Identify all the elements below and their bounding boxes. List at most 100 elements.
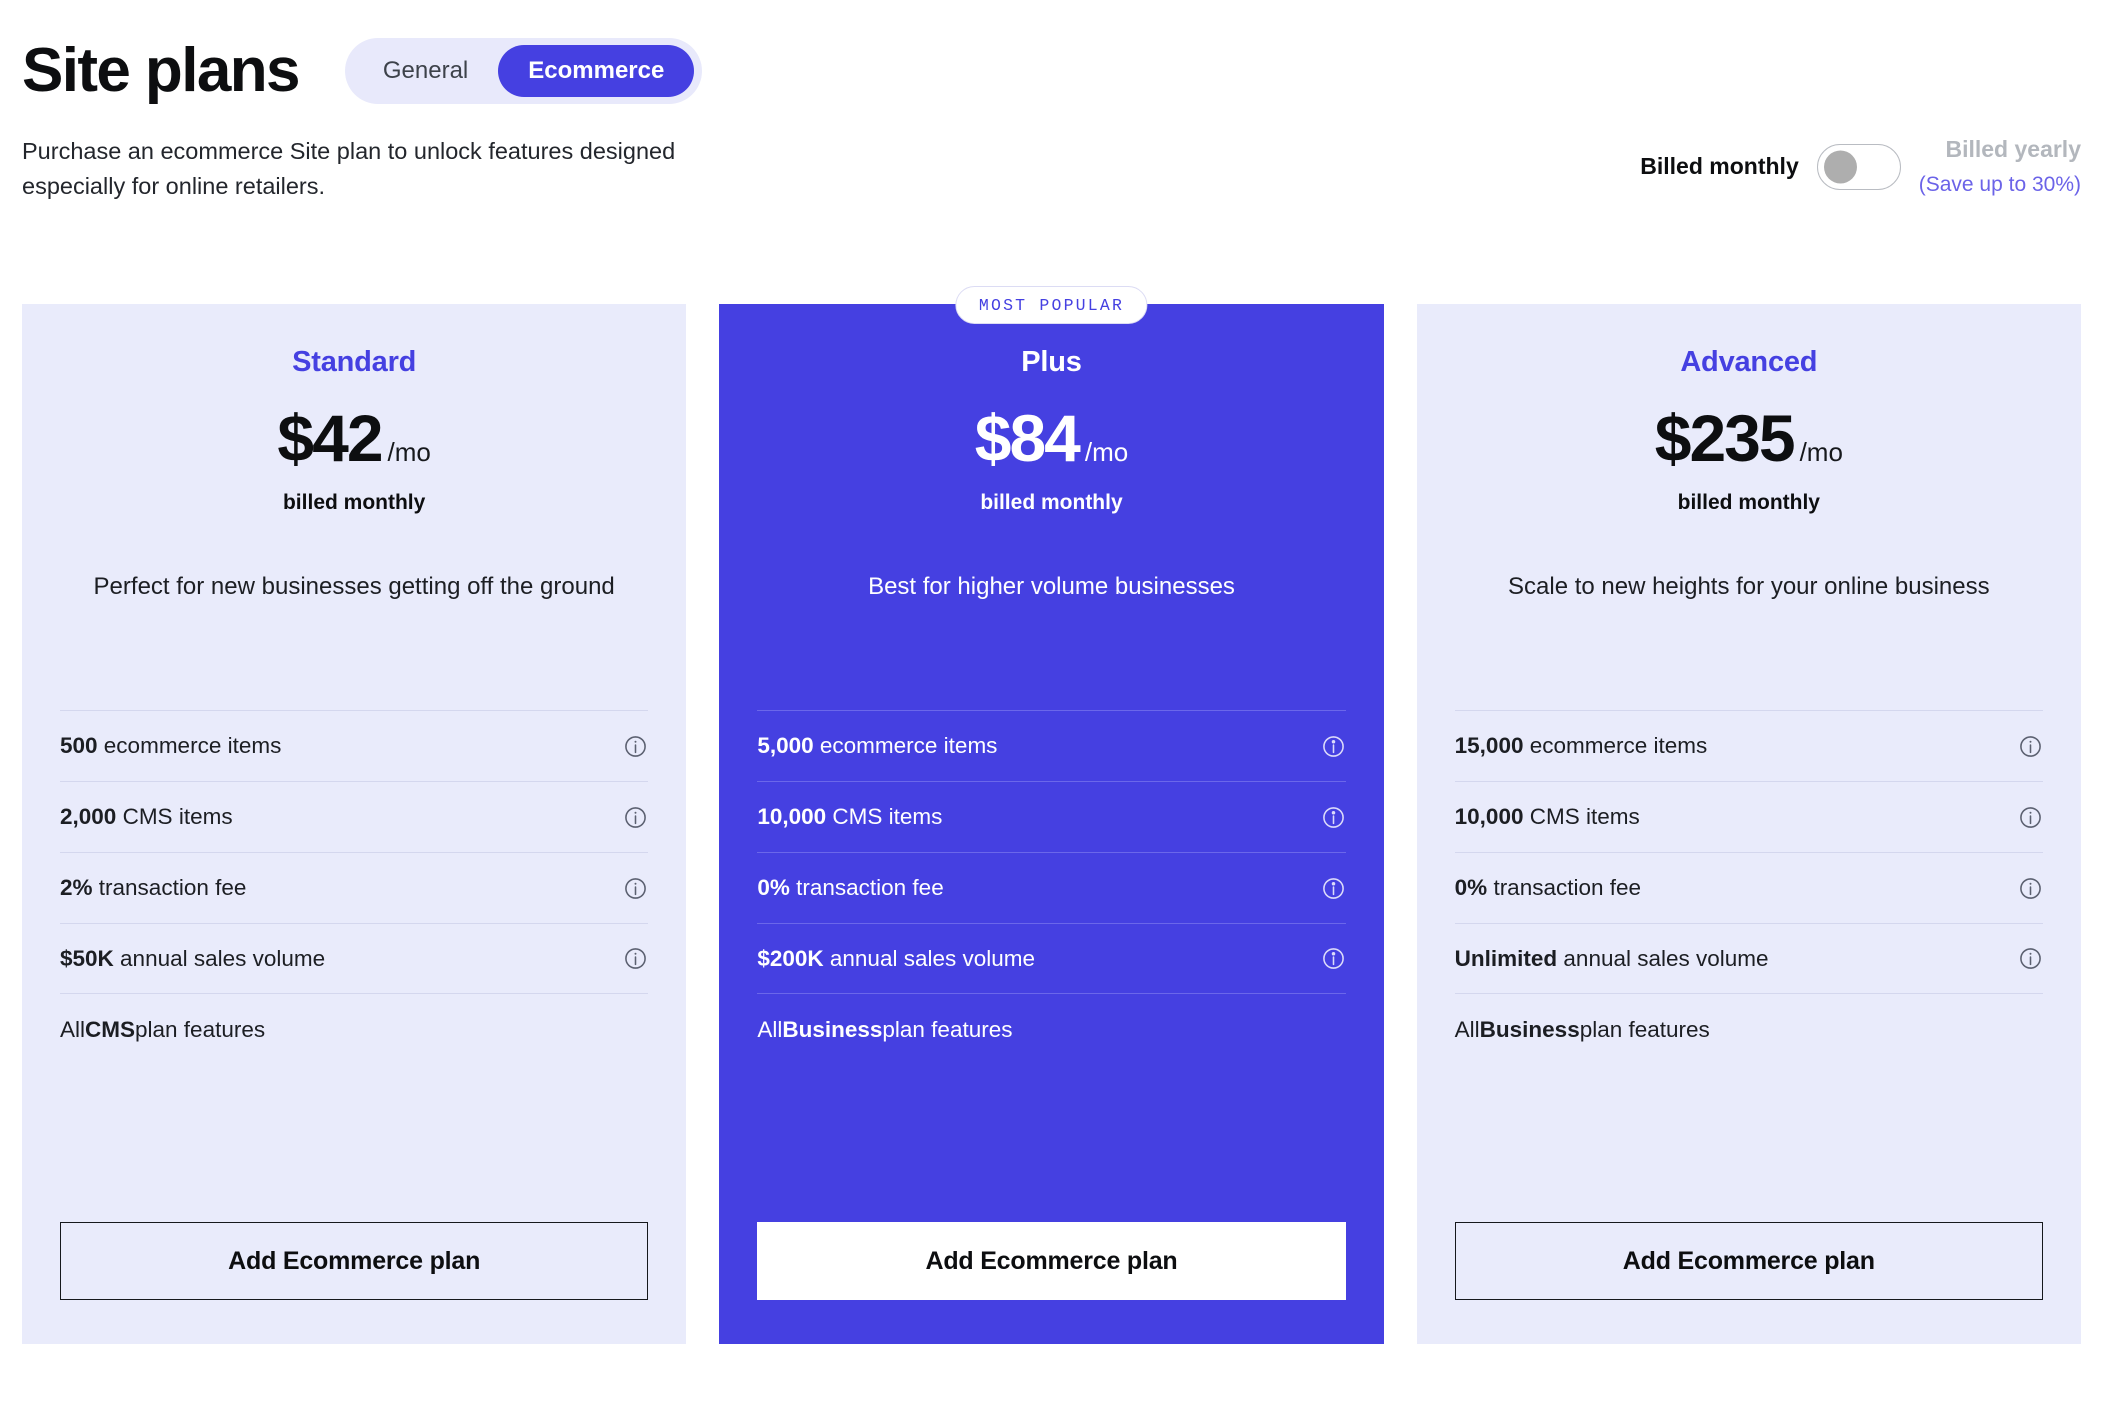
feature-value: 10,000: [757, 804, 827, 829]
add-ecommerce-plan-button[interactable]: Add Ecommerce plan: [60, 1222, 649, 1300]
feature-row: $200K annual sales volume: [757, 923, 1346, 994]
price-amount: $42: [277, 401, 383, 475]
feature-value: 2,000: [60, 804, 117, 829]
info-icon[interactable]: [1321, 734, 1346, 759]
feature-value: 500: [60, 733, 98, 758]
plan-card-advanced: Advanced $235 /mo billed monthly Scale t…: [1416, 304, 2081, 1344]
info-icon[interactable]: [623, 734, 648, 759]
feature-text: 500 ecommerce items: [60, 733, 281, 759]
page-title: Site plans: [22, 36, 300, 105]
billed-note: billed monthly: [282, 491, 426, 514]
subheader: Purchase an ecommerce Site plan to unloc…: [22, 134, 2081, 246]
tab-ecommerce[interactable]: Ecommerce: [498, 45, 695, 97]
feature-label: transaction fee: [789, 875, 944, 900]
info-icon[interactable]: [623, 946, 648, 971]
billing-row: Billed monthly Billed yearly (Save up to…: [1640, 136, 2081, 197]
info-icon[interactable]: [623, 876, 648, 901]
feature-row: 5,000 ecommerce items: [757, 710, 1346, 781]
feature-row: 0% transaction fee: [757, 852, 1346, 923]
includes-plan-name: CMS: [85, 1016, 136, 1042]
info-icon[interactable]: [1321, 946, 1346, 971]
plan-tagline: Perfect for new businesses getting off t…: [93, 573, 615, 600]
includes-prefix: All: [60, 1016, 86, 1042]
price-period: /mo: [387, 437, 431, 467]
feature-label: ecommerce items: [1523, 733, 1708, 758]
site-plans-page: Site plans General Ecommerce Purchase an…: [0, 0, 2103, 1415]
plan-cards: Standard $42 /mo billed monthly Perfect …: [22, 286, 2081, 1344]
info-icon[interactable]: [1321, 805, 1346, 830]
plan-card-standard: Standard $42 /mo billed monthly Perfect …: [22, 304, 687, 1344]
price-period: /mo: [1799, 437, 1843, 467]
feature-value: 0%: [757, 875, 790, 900]
info-icon[interactable]: [1321, 876, 1346, 901]
feature-value: $200K: [757, 945, 824, 971]
feature-label: annual sales volume: [823, 945, 1036, 971]
feature-label: annual sales volume: [1557, 945, 1769, 971]
plan-name: Advanced: [1680, 346, 1818, 378]
feature-value: 15,000: [1454, 733, 1524, 758]
includes-suffix: plan features: [1579, 1016, 1710, 1042]
info-icon[interactable]: [2018, 876, 2043, 901]
feature-row: 10,000 CMS items: [757, 781, 1346, 852]
billing-period-control: Billed monthly Billed yearly (Save up to…: [1640, 136, 2081, 197]
feature-text: 10,000 CMS items: [757, 804, 942, 830]
info-icon[interactable]: [2018, 805, 2043, 830]
billed-monthly-label: Billed monthly: [1640, 153, 1799, 179]
plan-name: Plus: [1021, 346, 1082, 378]
feature-row: 500 ecommerce items: [60, 710, 649, 781]
feature-text: 2% transaction fee: [60, 875, 246, 901]
includes-suffix: plan features: [882, 1016, 1013, 1042]
plan-price: $42 /mo: [60, 405, 648, 471]
includes-plan-name: Business: [1479, 1016, 1580, 1042]
includes-suffix: plan features: [135, 1016, 266, 1042]
feature-value: 10,000: [1454, 804, 1524, 829]
feature-text: $50K annual sales volume: [60, 946, 325, 972]
most-popular-badge: MOST POPULAR: [955, 286, 1148, 324]
feature-label: CMS items: [826, 804, 943, 829]
feature-value: Unlimited: [1454, 945, 1558, 971]
billed-note: billed monthly: [980, 491, 1123, 514]
included-plan-features: All CMS plan features: [60, 994, 648, 1065]
feature-label: CMS items: [116, 804, 233, 829]
feature-text: $200K annual sales volume: [757, 946, 1035, 972]
plan-price: $84 /mo: [757, 405, 1345, 471]
feature-value: 5,000: [757, 733, 814, 758]
feature-row: 0% transaction fee: [1454, 852, 2043, 923]
plan-features: 500 ecommerce items 2,000 CMS items 2% tra…: [60, 710, 649, 1065]
feature-text: 2,000 CMS items: [60, 804, 233, 830]
info-icon[interactable]: [623, 805, 648, 830]
plan-name: Standard: [292, 346, 417, 378]
includes-prefix: All: [1454, 1016, 1480, 1042]
billed-yearly-label: Billed yearly: [1945, 136, 2081, 162]
feature-text: 10,000 CMS items: [1455, 804, 1640, 830]
feature-label: ecommerce items: [97, 733, 282, 758]
info-icon[interactable]: [2018, 734, 2043, 759]
feature-row: 2,000 CMS items: [60, 781, 649, 852]
plan-card-plus: MOST POPULAR Plus $84 /mo billed monthly…: [719, 286, 1384, 1344]
feature-value: 0%: [1454, 875, 1488, 900]
plan-tagline: Scale to new heights for your online bus…: [1508, 573, 1990, 600]
feature-text: 0% transaction fee: [1455, 875, 1641, 901]
info-icon[interactable]: [2018, 946, 2043, 971]
feature-text: 15,000 ecommerce items: [1455, 733, 1708, 759]
add-ecommerce-plan-button[interactable]: Add Ecommerce plan: [757, 1222, 1346, 1300]
feature-value: $50K: [60, 945, 114, 971]
feature-label: ecommerce items: [813, 733, 998, 758]
save-note: (Save up to 30%): [1918, 173, 2081, 196]
billing-toggle-switch[interactable]: [1816, 143, 1901, 190]
page-header: Site plans General Ecommerce: [22, 0, 2081, 112]
feature-label: transaction fee: [92, 875, 247, 900]
feature-label: CMS items: [1523, 804, 1640, 829]
plan-features: 15,000 ecommerce items 10,000 CMS items 0%…: [1454, 710, 2043, 1065]
feature-label: annual sales volume: [113, 945, 326, 971]
feature-row: Unlimited annual sales volume: [1454, 923, 2043, 994]
add-ecommerce-plan-button[interactable]: Add Ecommerce plan: [1454, 1222, 2043, 1300]
tab-general[interactable]: General: [353, 45, 498, 97]
toggle-knob: [1823, 150, 1857, 183]
feature-text: 5,000 ecommerce items: [757, 733, 997, 759]
feature-text: Unlimited annual sales volume: [1455, 946, 1769, 972]
included-plan-features: All Business plan features: [757, 994, 1345, 1065]
billing-yearly-group: Billed yearly (Save up to 30%): [1919, 136, 2081, 197]
feature-row: 15,000 ecommerce items: [1454, 710, 2043, 781]
price-period: /mo: [1084, 437, 1129, 467]
